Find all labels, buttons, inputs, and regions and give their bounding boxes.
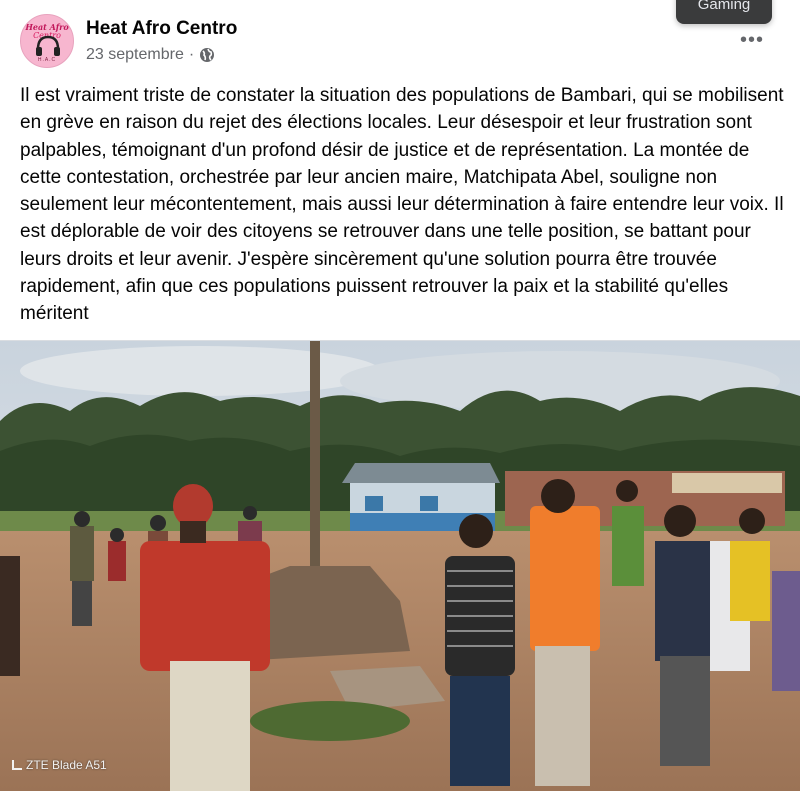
post-photo[interactable]: ZTE Blade A51 [0, 341, 800, 791]
watermark-corner-icon [12, 760, 22, 770]
photo-illustration [0, 341, 800, 791]
post-date-link[interactable]: 23 septembre [86, 46, 184, 64]
headphones-icon [36, 35, 60, 56]
watermark-text: ZTE Blade A51 [26, 758, 107, 772]
globe-icon[interactable] [199, 47, 215, 63]
page-name-link[interactable]: Heat Afro Centro [86, 18, 237, 40]
gaming-tooltip: Gaming [676, 0, 772, 24]
more-horizontal-icon: ••• [739, 28, 764, 51]
more-options-button[interactable]: ••• [736, 26, 768, 54]
post-body-text: Il est vraiment triste de constater la s… [20, 85, 784, 325]
avatar-logo-initials: H.A.C [37, 57, 57, 63]
meta-separator: · [188, 46, 195, 63]
post-header: Heat Afro Centro H.A.C Heat Afro Centro … [0, 0, 800, 80]
post-meta: 23 septembre · [86, 46, 215, 64]
camera-watermark: ZTE Blade A51 [12, 758, 107, 772]
page-avatar[interactable]: Heat Afro Centro H.A.C [20, 14, 74, 68]
